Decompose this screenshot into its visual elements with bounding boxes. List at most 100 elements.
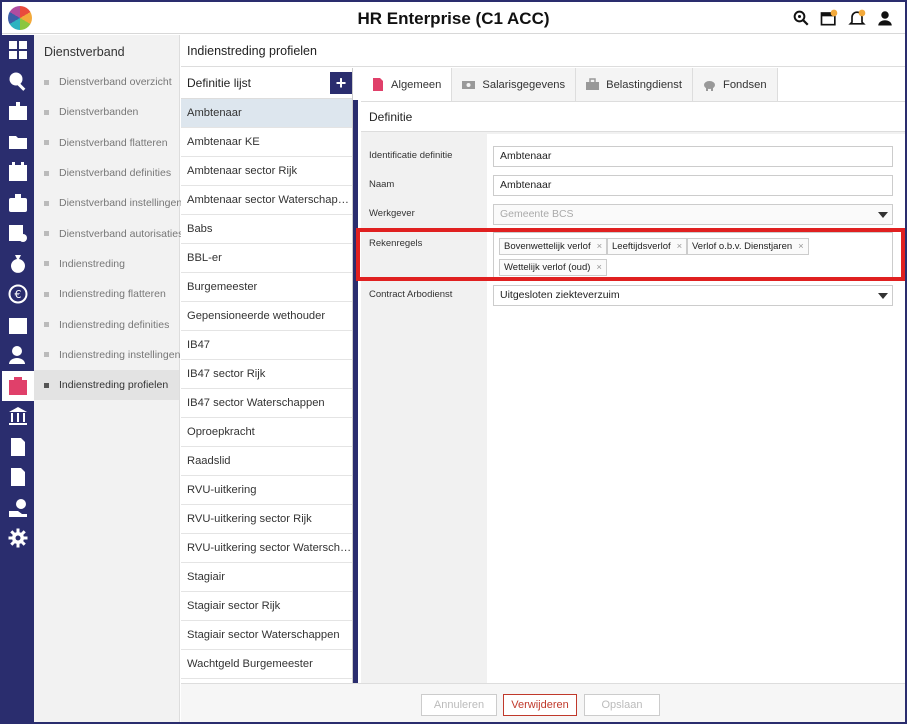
bell-icon[interactable] <box>847 8 867 28</box>
page-title: Indienstreding profielen <box>181 35 905 67</box>
add-definition-button[interactable]: + <box>330 72 352 94</box>
identificatie-field[interactable]: Ambtenaar <box>493 146 893 167</box>
section-title: Definitie <box>361 102 905 132</box>
svg-text:€: € <box>15 288 22 301</box>
id-card-icon[interactable] <box>2 96 34 127</box>
subnav-item[interactable]: Dienstverband definities <box>34 158 179 188</box>
list-item[interactable]: Stagiair sector Rijk <box>181 592 352 621</box>
subnav-item[interactable]: Dienstverband flatteren <box>34 128 179 158</box>
identificatie-label: Identificatie definitie <box>369 150 453 161</box>
list-item[interactable]: Ambtenaar KE <box>181 128 352 157</box>
app-title: HR Enterprise (C1 ACC) <box>357 9 550 28</box>
definition-list-title: Definitie lijst <box>187 76 252 90</box>
grid-icon[interactable] <box>2 35 34 66</box>
calendar-alert-icon[interactable] <box>819 8 839 28</box>
list-item[interactable]: Stagiair sector Waterschappen <box>181 621 352 650</box>
remove-tag-icon[interactable]: × <box>597 241 603 252</box>
contract-label: Contract Arbodienst <box>369 289 453 300</box>
list-item[interactable]: Gepensioneerde wethouder <box>181 302 352 331</box>
list-item[interactable]: IB47 sector Waterschappen <box>181 389 352 418</box>
list-item[interactable]: Ambtenaar sector Waterschappen <box>181 186 352 215</box>
subnav: Dienstverband Dienstverband overzicht Di… <box>34 35 183 722</box>
euro-cycle-icon[interactable]: € <box>2 279 34 310</box>
subnav-list: Dienstverband overzicht Dienstverbanden … <box>34 67 183 401</box>
subnav-item[interactable]: Dienstverband instellingen <box>34 188 182 218</box>
definition-form: Identificatie definitie Naam Werkgever R… <box>361 134 905 683</box>
list-item-active[interactable]: Ambtenaar <box>181 99 352 128</box>
tab-belastingdienst[interactable]: Belastingdienst <box>576 68 693 101</box>
tab-algemeen[interactable]: Algemeen <box>361 68 453 101</box>
tab-bar: Algemeen Salarisgegevens Belastingdienst… <box>361 68 905 102</box>
bank-icon[interactable] <box>2 401 34 432</box>
rekenregels-tag-input[interactable]: Bovenwettelijk verlof × Leeftijdsverlof × … <box>493 232 893 280</box>
list-item[interactable]: Babs <box>181 215 352 244</box>
werkgever-select[interactable]: Gemeente BCS <box>493 204 893 225</box>
subnav-title: Dienstverband <box>44 45 125 59</box>
chevron-down-icon[interactable] <box>878 293 888 299</box>
briefcase-icon <box>586 78 600 90</box>
tab-fondsen[interactable]: Fondsen <box>693 68 778 101</box>
piggy-bank-icon <box>704 81 715 91</box>
list-item[interactable]: Stagiair <box>181 563 352 592</box>
medical-bag-icon[interactable] <box>2 188 34 219</box>
tab-salarisgegevens[interactable]: Salarisgegevens <box>452 68 577 101</box>
top-icons <box>791 8 895 28</box>
document-icon[interactable] <box>2 432 34 463</box>
checklist-icon[interactable] <box>2 218 34 249</box>
remove-tag-icon[interactable]: × <box>677 241 683 252</box>
search-icon[interactable] <box>2 66 34 97</box>
rekenregel-tag: Wettelijk verlof (oud) × <box>499 259 607 276</box>
folder-icon[interactable] <box>2 127 34 158</box>
subnav-item[interactable]: Dienstverband overzicht <box>34 67 179 97</box>
user-switch-icon[interactable] <box>2 340 34 371</box>
subnav-item[interactable]: Indienstreding flatteren <box>34 279 179 309</box>
naam-label: Naam <box>369 179 395 190</box>
calendar-icon[interactable] <box>2 157 34 188</box>
subnav-item[interactable]: Dienstverband autorisaties <box>34 218 183 248</box>
calendar-clock-icon[interactable] <box>2 310 34 341</box>
money-icon <box>462 81 476 89</box>
list-scrollbar[interactable] <box>353 100 358 685</box>
detail-panel: Algemeen Salarisgegevens Belastingdienst… <box>361 68 905 683</box>
naam-field[interactable]: Ambtenaar <box>493 175 893 196</box>
gear-icon[interactable] <box>2 523 34 554</box>
subnav-item[interactable]: Dienstverbanden <box>34 97 179 127</box>
rekenregels-label: Rekenregels <box>369 238 423 249</box>
list-item[interactable]: Ambtenaar sector Rijk <box>181 157 352 186</box>
top-bar: HR Enterprise (C1 ACC) <box>2 2 905 34</box>
subnav-item[interactable]: Indienstreding <box>34 249 179 279</box>
list-item[interactable]: Burgemeester <box>181 273 352 302</box>
list-item[interactable]: RVU-uitkering sector Rijk <box>181 505 352 534</box>
subnav-item[interactable]: Indienstreding definities <box>34 309 179 339</box>
document-icon <box>373 78 383 91</box>
form-labels: Identificatie definitie Naam Werkgever R… <box>361 134 487 683</box>
list-item[interactable]: IB47 <box>181 331 352 360</box>
list-item[interactable]: BBL-er <box>181 244 352 273</box>
euro-document-icon[interactable] <box>2 462 34 493</box>
search-icon[interactable] <box>791 8 811 28</box>
list-item[interactable]: IB47 sector Rijk <box>181 360 352 389</box>
user-profile-icon[interactable] <box>2 370 34 401</box>
remove-tag-icon[interactable]: × <box>798 241 804 252</box>
remove-tag-icon[interactable]: × <box>596 262 602 273</box>
definition-list-header: Definitie lijst + <box>181 68 352 99</box>
werkgever-label: Werkgever <box>369 208 415 219</box>
subnav-item-active[interactable]: Indienstreding profielen <box>34 369 179 401</box>
list-item[interactable]: Oproepkracht <box>181 418 352 447</box>
user-icon[interactable] <box>875 8 895 28</box>
save-button[interactable]: Opslaan <box>584 694 660 716</box>
money-bag-icon[interactable] <box>2 249 34 280</box>
delete-button[interactable]: Verwijderen <box>503 694 577 716</box>
list-item[interactable]: Raadslid <box>181 447 352 476</box>
contract-select[interactable]: Uitgesloten ziekteverzuim <box>493 285 893 306</box>
chevron-down-icon[interactable] <box>878 212 888 218</box>
hand-money-icon[interactable] <box>2 493 34 524</box>
list-item[interactable]: RVU-uitkering <box>181 476 352 505</box>
cancel-button[interactable]: Annuleren <box>421 694 497 716</box>
definition-list: Definitie lijst + Ambtenaar Ambtenaar KE… <box>181 68 353 683</box>
subnav-item[interactable]: Indienstreding instellingen <box>34 340 180 370</box>
list-item[interactable]: RVU-uitkering sector Waterschappen <box>181 534 352 563</box>
main-content: Indienstreding profielen Definitie lijst… <box>181 35 905 722</box>
list-item[interactable]: Wachtgeld Burgemeester <box>181 650 352 679</box>
form-fields: Ambtenaar Ambtenaar Gemeente BCS Bovenwe… <box>487 134 905 683</box>
